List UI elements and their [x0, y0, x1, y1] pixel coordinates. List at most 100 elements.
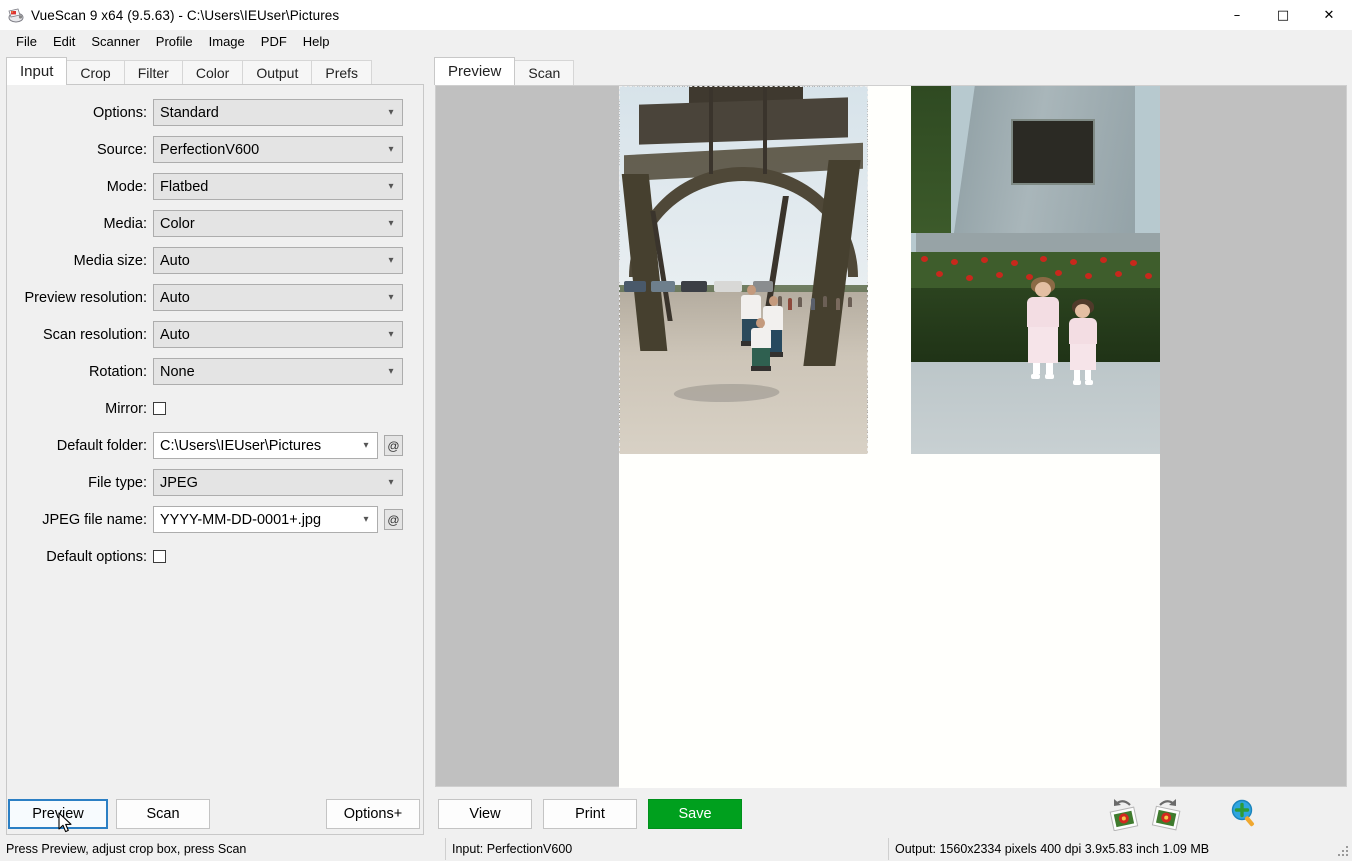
file-type-combo[interactable]: JPEG ▾: [153, 469, 403, 496]
maximize-button[interactable]: □: [1260, 0, 1306, 30]
status-hint: Press Preview, adjust crop box, press Sc…: [0, 838, 445, 860]
chevron-down-icon: ▾: [380, 174, 402, 199]
mirror-checkbox[interactable]: [153, 402, 166, 415]
field-options: Options: Standard ▾: [7, 99, 409, 126]
menu-item-edit[interactable]: Edit: [45, 32, 83, 51]
label-mirror: Mirror:: [7, 401, 153, 417]
save-button[interactable]: Save: [648, 799, 742, 829]
view-button[interactable]: View: [438, 799, 532, 829]
menu-item-image[interactable]: Image: [201, 32, 253, 51]
menu-bar: File Edit Scanner Profile Image PDF Help: [0, 30, 1352, 52]
girl-figure-left: [1026, 277, 1060, 379]
preview-canvas[interactable]: [435, 85, 1347, 787]
label-media-size: Media size:: [7, 253, 153, 269]
tab-crop[interactable]: Crop: [66, 60, 124, 85]
jpeg-file-name-value: YYYY-MM-DD-0001+.jpg: [160, 512, 321, 528]
media-value: Color: [160, 216, 195, 232]
menu-item-profile[interactable]: Profile: [148, 32, 201, 51]
tower-first-deck: [639, 97, 848, 145]
label-media: Media:: [7, 216, 153, 232]
menu-item-file[interactable]: File: [8, 32, 45, 51]
chevron-down-icon: ▾: [380, 322, 402, 347]
media-size-value: Auto: [160, 253, 190, 269]
jpeg-file-name-at-button[interactable]: @: [384, 509, 403, 530]
field-default-options: Default options:: [7, 543, 409, 570]
field-file-type: File type: JPEG ▾: [7, 469, 409, 496]
tab-input[interactable]: Input: [6, 57, 67, 85]
label-jpeg-file-name: JPEG file name:: [7, 512, 153, 528]
label-options: Options:: [7, 105, 153, 121]
parked-car: [714, 281, 742, 292]
scan-resolution-combo[interactable]: Auto ▾: [153, 321, 403, 348]
options-plus-button[interactable]: Options+: [326, 799, 420, 829]
field-rotation: Rotation: None ▾: [7, 358, 409, 385]
print-button[interactable]: Print: [543, 799, 637, 829]
label-file-type: File type:: [7, 475, 153, 491]
preview-tabstrip: Preview Scan: [434, 58, 573, 85]
photo-two-girls[interactable]: [911, 86, 1160, 454]
settings-panel: Input Crop Filter Color Output Prefs Opt…: [0, 52, 430, 787]
mode-combo[interactable]: Flatbed ▾: [153, 173, 403, 200]
preview-resolution-combo[interactable]: Auto ▾: [153, 284, 403, 311]
field-mode: Mode: Flatbed ▾: [7, 173, 409, 200]
chevron-down-icon: ▾: [380, 137, 402, 162]
label-scan-resolution: Scan resolution:: [7, 327, 153, 343]
photo-eiffel-tower[interactable]: [619, 86, 868, 454]
workspace: Input Crop Filter Color Output Prefs Opt…: [0, 52, 1352, 787]
file-type-value: JPEG: [160, 475, 198, 491]
tab-scan[interactable]: Scan: [514, 60, 574, 85]
rotate-left-icon[interactable]: [1106, 795, 1146, 831]
settings-tabstrip: Input Crop Filter Color Output Prefs: [6, 58, 371, 85]
default-folder-at-button[interactable]: @: [384, 435, 403, 456]
scan-button[interactable]: Scan: [116, 799, 210, 829]
chevron-down-icon: ▾: [355, 507, 377, 532]
resize-grip-icon[interactable]: [1338, 846, 1350, 858]
tab-color[interactable]: Color: [182, 60, 243, 85]
parked-car: [681, 281, 707, 292]
field-jpeg-file-name: JPEG file name: YYYY-MM-DD-0001+.jpg ▾ @: [7, 506, 409, 533]
menu-item-scanner[interactable]: Scanner: [83, 32, 147, 51]
tab-preview[interactable]: Preview: [434, 57, 515, 85]
rotate-right-icon[interactable]: [1148, 795, 1188, 831]
menu-item-pdf[interactable]: PDF: [253, 32, 295, 51]
status-bar: Press Preview, adjust crop box, press Sc…: [0, 838, 1352, 860]
scanner-bed[interactable]: [619, 86, 1160, 788]
chevron-down-icon: ▾: [380, 100, 402, 125]
preview-button[interactable]: Preview: [8, 799, 108, 829]
close-button[interactable]: ✕: [1306, 0, 1352, 30]
media-size-combo[interactable]: Auto ▾: [153, 247, 403, 274]
field-scan-resolution: Scan resolution: Auto ▾: [7, 321, 409, 348]
field-media-size: Media size: Auto ▾: [7, 247, 409, 274]
label-default-options: Default options:: [7, 549, 153, 565]
rotation-combo[interactable]: None ▾: [153, 358, 403, 385]
menu-item-help[interactable]: Help: [295, 32, 338, 51]
window-controls: – □ ✕: [1214, 0, 1352, 30]
minimize-button[interactable]: –: [1214, 0, 1260, 30]
app-icon: [7, 7, 24, 24]
parked-car: [624, 281, 646, 292]
zoom-in-icon[interactable]: [1226, 795, 1266, 831]
options-combo[interactable]: Standard ▾: [153, 99, 403, 126]
crowd-person: [811, 298, 815, 310]
jpeg-file-name-input[interactable]: YYYY-MM-DD-0001+.jpg ▾: [153, 506, 378, 533]
chevron-down-icon: ▾: [355, 433, 377, 458]
tab-prefs[interactable]: Prefs: [311, 60, 372, 85]
media-combo[interactable]: Color ▾: [153, 210, 403, 237]
source-combo[interactable]: PerfectionV600 ▾: [153, 136, 403, 163]
field-media: Media: Color ▾: [7, 210, 409, 237]
default-folder-value: C:\Users\IEUser\Pictures: [160, 438, 321, 454]
chevron-down-icon: ▾: [380, 211, 402, 236]
field-preview-resolution: Preview resolution: Auto ▾: [7, 284, 409, 311]
girl-figure-right: [1068, 299, 1098, 385]
action-button-bar: Preview Scan Options+ View Print Save: [0, 793, 1352, 835]
default-folder-input[interactable]: C:\Users\IEUser\Pictures ▾: [153, 432, 378, 459]
status-input: Input: PerfectionV600: [445, 838, 888, 860]
default-options-checkbox[interactable]: [153, 550, 166, 563]
rotation-value: None: [160, 364, 195, 380]
tab-output[interactable]: Output: [242, 60, 312, 85]
crowd-person: [836, 298, 840, 310]
crowd-person: [788, 298, 792, 310]
tab-filter[interactable]: Filter: [124, 60, 183, 85]
field-mirror: Mirror:: [7, 395, 409, 422]
field-source: Source: PerfectionV600 ▾: [7, 136, 409, 163]
